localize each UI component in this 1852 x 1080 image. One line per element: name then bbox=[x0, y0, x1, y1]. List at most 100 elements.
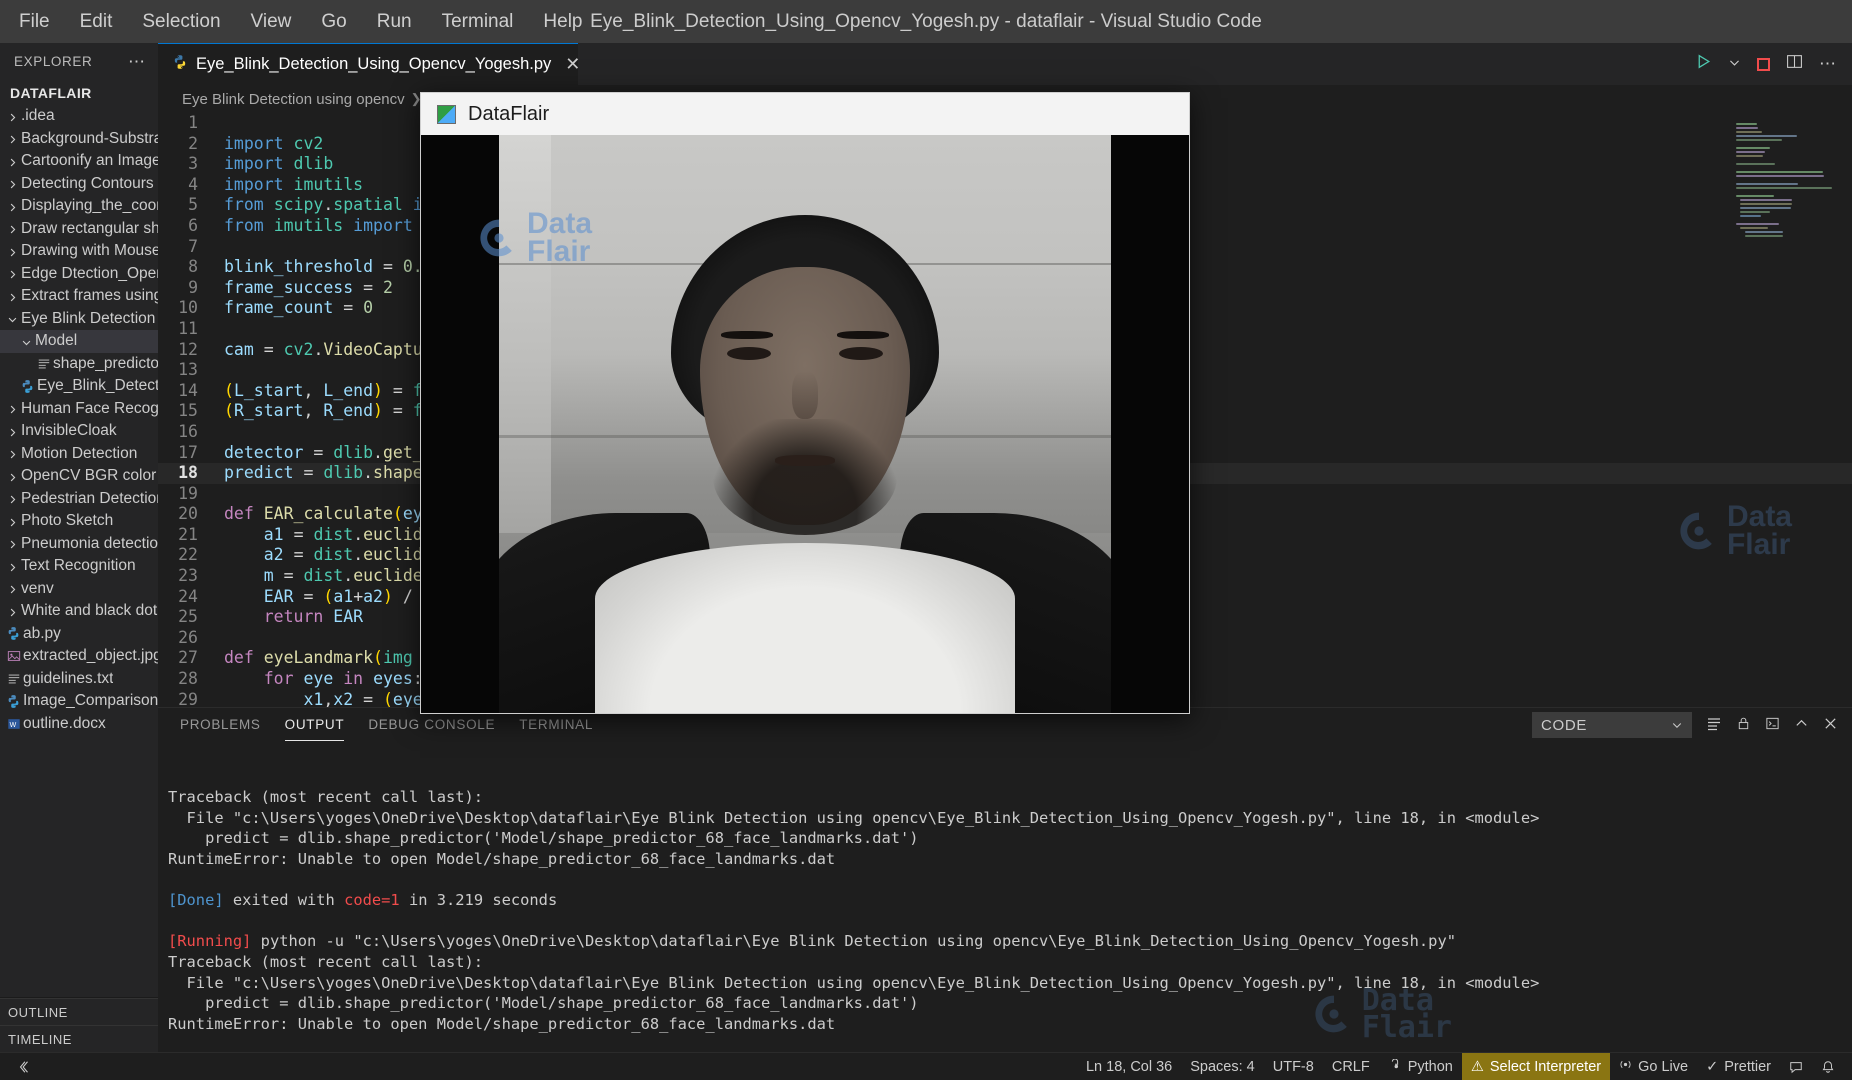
tree-folder-motion-detection[interactable]: Motion Detection bbox=[0, 443, 158, 466]
chevron-right-icon[interactable] bbox=[4, 199, 21, 213]
tree-folder-displaying-the-coord[interactable]: Displaying_the_coord... bbox=[0, 195, 158, 218]
chevron-right-icon[interactable] bbox=[4, 514, 21, 528]
chevron-right-icon[interactable] bbox=[4, 604, 21, 618]
chevron-right-icon[interactable] bbox=[4, 402, 21, 416]
tree-folder-eye-blink-detection-u[interactable]: Eye Blink Detection u... bbox=[0, 308, 158, 331]
tree-folder-text-recognition[interactable]: Text Recognition bbox=[0, 555, 158, 578]
more-actions-icon[interactable]: ⋯ bbox=[1819, 54, 1836, 74]
tree-file-ab-py[interactable]: ab.py bbox=[0, 623, 158, 646]
output-channel-select[interactable]: Code bbox=[1532, 712, 1692, 738]
tab-terminal[interactable]: TERMINAL bbox=[519, 717, 593, 734]
output-content[interactable]: Traceback (most recent call last): File … bbox=[158, 742, 1852, 1052]
chevron-right-icon[interactable] bbox=[4, 244, 21, 258]
chevron-right-icon[interactable] bbox=[4, 424, 21, 438]
chevron-right-icon[interactable] bbox=[4, 222, 21, 236]
line-number: 28 bbox=[158, 669, 224, 690]
menu-item-run[interactable]: Run bbox=[362, 7, 427, 37]
tree-folder-edge-dtection-opencv[interactable]: Edge Dtection_Opencv bbox=[0, 263, 158, 286]
close-panel-icon[interactable] bbox=[1823, 716, 1838, 734]
chevron-right-icon[interactable] bbox=[4, 177, 21, 191]
cursor-position[interactable]: Ln 18, Col 36 bbox=[1077, 1053, 1181, 1080]
new-terminal-icon[interactable] bbox=[1765, 716, 1780, 734]
menu-item-selection[interactable]: Selection bbox=[127, 7, 235, 37]
dataflair-camera-window[interactable]: DataFlair bbox=[420, 92, 1190, 714]
tree-folder-draw-rectangular-sha[interactable]: Draw rectangular sha... bbox=[0, 218, 158, 241]
editor-tab-active[interactable]: Eye_Blink_Detection_Using_Opencv_Yogesh.… bbox=[158, 43, 578, 85]
chevron-right-icon[interactable] bbox=[4, 109, 21, 123]
tree-folder-human-face-recognit[interactable]: Human Face Recognit... bbox=[0, 398, 158, 421]
chevron-right-icon[interactable] bbox=[4, 289, 21, 303]
menu-item-edit[interactable]: Edit bbox=[65, 7, 128, 37]
close-icon[interactable]: ✕ bbox=[565, 54, 580, 75]
tab-problems[interactable]: PROBLEMS bbox=[180, 717, 261, 734]
tree-folder-opencv-bgr-color-p[interactable]: OpenCV BGR color p... bbox=[0, 465, 158, 488]
tree-folder-model[interactable]: Model bbox=[0, 330, 158, 353]
lock-icon[interactable] bbox=[1736, 716, 1751, 734]
tree-folder-extract-frames-using[interactable]: Extract frames using ... bbox=[0, 285, 158, 308]
select-interpreter-button[interactable]: ⚠ Select Interpreter bbox=[1462, 1053, 1610, 1080]
feedback-icon[interactable] bbox=[1780, 1053, 1812, 1080]
timeline-section[interactable]: TIMELINE bbox=[0, 1025, 158, 1052]
chevron-right-icon[interactable] bbox=[4, 492, 21, 506]
chevron-right-icon[interactable] bbox=[4, 132, 21, 146]
tree-folder--idea[interactable]: .idea bbox=[0, 105, 158, 128]
bell-icon[interactable] bbox=[1812, 1053, 1844, 1080]
tree-file-eye-blink-detection[interactable]: Eye_Blink_Detection... bbox=[0, 375, 158, 398]
tree-folder-invisiblecloak[interactable]: InvisibleCloak bbox=[0, 420, 158, 443]
run-play-icon[interactable] bbox=[1695, 53, 1712, 75]
output-line-3: RuntimeError: Unable to open Model/shape… bbox=[168, 849, 1852, 870]
tree-item-label: Drawing with Mouse ... bbox=[21, 242, 158, 260]
prettier-button[interactable]: ✓ Prettier bbox=[1697, 1053, 1780, 1080]
menu-item-go[interactable]: Go bbox=[306, 7, 361, 37]
camera-window-titlebar[interactable]: DataFlair bbox=[421, 93, 1189, 135]
tab-debug-console[interactable]: DEBUG CONSOLE bbox=[368, 717, 495, 734]
language-mode[interactable]: Python bbox=[1379, 1053, 1462, 1080]
chevron-right-icon[interactable] bbox=[4, 559, 21, 573]
outline-section[interactable]: OUTLINE bbox=[0, 998, 158, 1025]
check-icon: ✓ bbox=[1706, 1059, 1718, 1075]
tree-file-shape-predictor-6[interactable]: shape_predictor_6... bbox=[0, 353, 158, 376]
tree-file-guidelines-txt[interactable]: guidelines.txt bbox=[0, 668, 158, 691]
tab-output[interactable]: OUTPUT bbox=[285, 717, 345, 734]
tree-folder-pedestrian-detection[interactable]: Pedestrian Detection bbox=[0, 488, 158, 511]
file-tree[interactable]: DATAFLAIR .ideaBackground-Substrac...Car… bbox=[0, 80, 158, 997]
ellipsis-icon[interactable]: ⋯ bbox=[128, 58, 146, 66]
clear-output-icon[interactable] bbox=[1706, 716, 1722, 735]
eol[interactable]: CRLF bbox=[1323, 1053, 1379, 1080]
chevron-right-icon[interactable] bbox=[4, 537, 21, 551]
chevron-down-icon[interactable] bbox=[18, 334, 35, 348]
go-live-button[interactable]: Go Live bbox=[1610, 1053, 1697, 1080]
chevron-right-icon[interactable] bbox=[4, 154, 21, 168]
explorer-sidebar: EXPLORER ⋯ DATAFLAIR .ideaBackground-Sub… bbox=[0, 43, 158, 1052]
tree-file-image-comparison-py[interactable]: Image_Comparison.py bbox=[0, 690, 158, 713]
tree-folder-cartoonify-an-image[interactable]: Cartoonify an Image ... bbox=[0, 150, 158, 173]
tree-folder-white-and-black-dot[interactable]: White and black dot ... bbox=[0, 600, 158, 623]
remote-window-icon[interactable] bbox=[8, 1053, 40, 1080]
chevron-down-icon[interactable] bbox=[1728, 54, 1741, 74]
line-number: 24 bbox=[158, 587, 224, 608]
chevron-up-icon[interactable] bbox=[1794, 716, 1809, 734]
split-editor-icon[interactable] bbox=[1786, 53, 1803, 75]
menu-item-terminal[interactable]: Terminal bbox=[427, 7, 529, 37]
tree-folder-photo-sketch[interactable]: Photo Sketch bbox=[0, 510, 158, 533]
encoding[interactable]: UTF-8 bbox=[1264, 1053, 1323, 1080]
menu-item-view[interactable]: View bbox=[236, 7, 307, 37]
tree-folder-detecting-contours[interactable]: Detecting Contours bbox=[0, 173, 158, 196]
tree-file-extracted-object-jpg[interactable]: extracted_object.jpg bbox=[0, 645, 158, 668]
tree-file-outline-docx[interactable]: Woutline.docx bbox=[0, 713, 158, 736]
chevron-right-icon[interactable] bbox=[4, 267, 21, 281]
menu-item-help[interactable]: Help bbox=[528, 7, 597, 37]
tree-folder-background-substrac[interactable]: Background-Substrac... bbox=[0, 128, 158, 151]
breadcrumb-folder[interactable]: Eye Blink Detection using opencv bbox=[182, 91, 405, 108]
chevron-right-icon[interactable] bbox=[4, 582, 21, 596]
chevron-right-icon[interactable] bbox=[4, 447, 21, 461]
chevron-right-icon[interactable] bbox=[4, 469, 21, 483]
tree-folder-venv[interactable]: venv bbox=[0, 578, 158, 601]
chevron-down-icon[interactable] bbox=[4, 312, 21, 326]
tree-folder-pneumonia-detection[interactable]: Pneumonia detection bbox=[0, 533, 158, 556]
tree-folder-drawing-with-mouse[interactable]: Drawing with Mouse ... bbox=[0, 240, 158, 263]
stop-square-icon[interactable] bbox=[1757, 58, 1770, 71]
workspace-root-label[interactable]: DATAFLAIR bbox=[0, 80, 158, 105]
menu-item-file[interactable]: File bbox=[4, 7, 65, 37]
indentation[interactable]: Spaces: 4 bbox=[1181, 1053, 1264, 1080]
